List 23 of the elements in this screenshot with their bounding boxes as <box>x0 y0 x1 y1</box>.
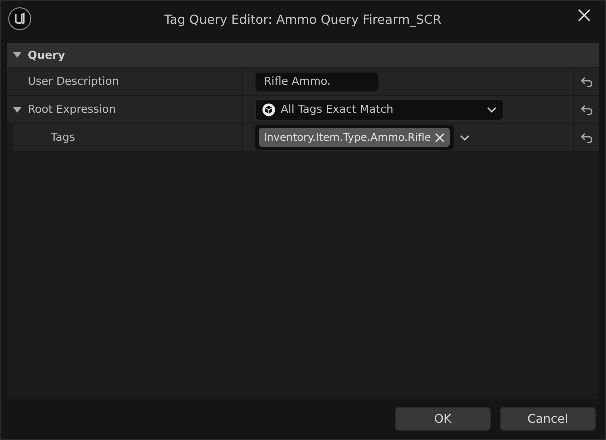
property-label: Root Expression <box>28 103 116 116</box>
category-label: Query <box>28 48 66 62</box>
ok-button[interactable]: OK <box>395 407 491 431</box>
property-label: User Description <box>28 75 120 88</box>
logo-icon <box>8 7 32 31</box>
cube-icon <box>262 102 276 116</box>
caret-icon <box>460 134 470 140</box>
cancel-button[interactable]: Cancel <box>500 407 596 431</box>
reset-button[interactable] <box>580 132 592 142</box>
caret-icon <box>487 106 497 112</box>
tag-label: Inventory.Item.Type.Ammo.Rifle <box>264 132 432 144</box>
reset-button[interactable] <box>580 76 592 86</box>
expression-dropdown[interactable]: All Tags Exact Match <box>255 98 504 120</box>
reset-button[interactable] <box>580 104 592 114</box>
property-label: Tags <box>51 131 76 144</box>
description-field[interactable]: Rifle Ammo. <box>255 72 379 92</box>
tag-menu-button[interactable] <box>460 134 470 140</box>
window-title: Tag Query Editor: Ammo Query Firearm_SCR <box>164 12 442 26</box>
close-button[interactable] <box>576 7 593 24</box>
category-header[interactable]: Query <box>7 43 599 68</box>
expand-icon[interactable] <box>13 106 22 114</box>
remove-tag-button[interactable] <box>435 132 446 142</box>
expand-icon[interactable] <box>13 51 22 59</box>
